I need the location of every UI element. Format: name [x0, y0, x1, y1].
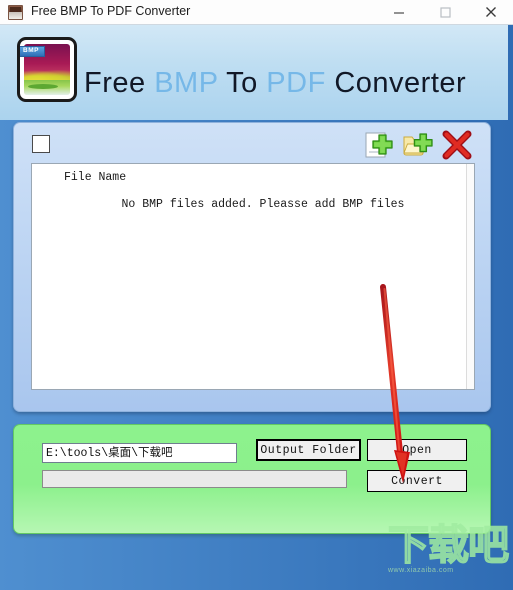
column-header-file-name: File Name [64, 171, 127, 184]
brand-word-converter: Converter [334, 67, 467, 99]
app-header: BMP Free BMP To PDF Converter [0, 25, 508, 120]
brand-word-pdf: PDF [266, 67, 326, 99]
close-icon [485, 7, 496, 17]
close-button[interactable] [468, 0, 513, 24]
remove-icon [442, 130, 472, 160]
minimize-icon [393, 12, 404, 14]
file-list-scrollbar[interactable] [466, 164, 474, 389]
window-title: Free BMP To PDF Converter [31, 4, 191, 18]
add-folder-button[interactable] [401, 128, 435, 162]
convert-button[interactable]: Convert [367, 470, 467, 492]
watermark-subtext: www.xiazaiba.com [388, 567, 454, 574]
site-watermark: 下载吧 www.xiazaiba.com [387, 524, 510, 585]
file-toolbar [362, 128, 474, 162]
add-files-button[interactable] [362, 128, 396, 162]
open-button[interactable]: Open [367, 439, 467, 461]
file-list-empty-message: No BMP files added. Pleasse add BMP file… [121, 198, 405, 211]
remove-file-button[interactable] [440, 128, 474, 162]
brand-title: Free BMP To PDF Converter [84, 67, 466, 100]
output-path-input[interactable]: E:\tools\桌面\下载吧 [42, 443, 237, 463]
minimize-button[interactable] [376, 0, 421, 24]
app-window: Free BMP To PDF Converter BMP Free BMP T… [0, 0, 513, 590]
app-logo: BMP [17, 37, 77, 102]
maximize-button[interactable] [422, 0, 467, 24]
file-list-panel: File Name No BMP files added. Pleasse ad… [13, 122, 491, 412]
add-files-icon [365, 132, 393, 158]
conversion-progress-bar [42, 470, 347, 488]
add-folder-icon [403, 133, 433, 156]
brand-word-free: Free [84, 67, 146, 99]
file-list-header: File Name [44, 171, 464, 189]
file-list[interactable]: File Name No BMP files added. Pleasse ad… [31, 163, 475, 390]
logo-ground-shape [24, 79, 70, 95]
output-folder-button[interactable]: Output Folder [256, 439, 361, 461]
action-panel: E:\tools\桌面\下载吧 Output Folder Open Conve… [13, 424, 491, 534]
brand-word-to: To [226, 67, 258, 99]
select-all-checkbox[interactable] [32, 135, 50, 153]
maximize-icon [439, 7, 451, 18]
brand-word-bmp: BMP [154, 67, 219, 99]
logo-format-tag: BMP [20, 46, 45, 57]
app-icon [8, 5, 23, 20]
title-bar: Free BMP To PDF Converter [0, 0, 513, 25]
